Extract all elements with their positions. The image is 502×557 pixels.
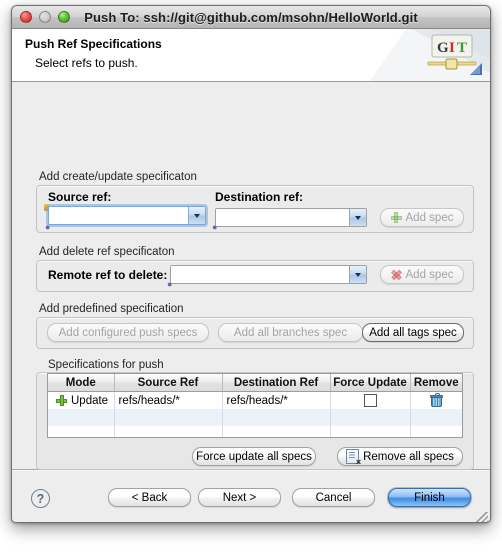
add-delete-spec-button[interactable]: Add spec xyxy=(380,265,464,284)
force-update-all-specs-button[interactable]: Force update all specs xyxy=(192,447,316,466)
svg-text:G: G xyxy=(437,40,449,56)
remove-all-specs-button[interactable]: Remove all specs xyxy=(337,447,463,467)
window-title: Push To: ssh://git@github.com/msohn/Hell… xyxy=(84,9,418,25)
add-all-tags-spec-button[interactable]: Add all tags spec xyxy=(362,323,464,342)
predefined-group-label: Add predefined specification xyxy=(39,303,184,315)
add-all-branches-spec-label: Add all branches spec xyxy=(233,326,348,339)
add-configured-push-specs-button[interactable]: Add configured push specs xyxy=(47,323,209,342)
back-button-label: < Back xyxy=(131,491,168,504)
back-button[interactable]: < Back xyxy=(108,488,191,507)
title-bar[interactable]: Push To: ssh://git@github.com/msohn/Hell… xyxy=(12,6,490,29)
finish-button[interactable]: Finish xyxy=(388,488,471,507)
cell-source-ref: refs/heads/* xyxy=(114,391,223,409)
add-create-update-spec-button[interactable]: Add spec xyxy=(380,208,464,227)
source-ref-label: Source ref: xyxy=(48,190,112,204)
zoom-button-icon[interactable] xyxy=(58,11,70,23)
table-row[interactable] xyxy=(48,409,462,426)
remote-ref-to-delete-chevron-down-icon[interactable] xyxy=(349,266,366,283)
column-header-mode[interactable]: Mode xyxy=(48,374,115,392)
cancel-button[interactable]: Cancel xyxy=(292,488,375,507)
column-header-remove[interactable]: Remove xyxy=(410,374,462,392)
dialog-footer: ? < Back Next > Cancel Finish xyxy=(12,470,490,522)
help-button[interactable]: ? xyxy=(31,489,50,508)
source-ref-content-assist-icon: ● xyxy=(45,222,51,232)
next-button-label: Next > xyxy=(222,491,257,504)
add-configured-push-specs-label: Add configured push specs xyxy=(58,326,198,339)
remove-document-icon xyxy=(346,449,361,467)
cell-force-update[interactable] xyxy=(330,391,411,409)
force-update-checkbox[interactable] xyxy=(363,394,377,407)
add-create-update-spec-label: Add spec xyxy=(405,211,454,224)
remote-ref-to-delete-input[interactable] xyxy=(171,266,349,283)
destination-ref-content-assist-icon: ● xyxy=(212,222,218,232)
plus-icon xyxy=(56,395,67,406)
column-header-force-update[interactable]: Force Update xyxy=(330,374,411,392)
source-ref-combo[interactable] xyxy=(48,206,206,225)
remote-ref-content-assist-icon: ● xyxy=(167,279,173,289)
svg-text:I: I xyxy=(449,40,455,56)
specs-table-label: Specifications for push xyxy=(48,359,164,371)
create-update-group-label: Add create/update specificaton xyxy=(39,171,197,183)
remote-ref-to-delete-label: Remote ref to delete: xyxy=(48,268,168,282)
add-delete-spec-label: Add spec xyxy=(405,268,454,281)
close-button-icon[interactable] xyxy=(20,11,32,23)
destination-ref-chevron-down-icon[interactable] xyxy=(349,209,366,226)
source-ref-chevron-down-icon[interactable] xyxy=(188,207,205,224)
wizard-banner: Push Ref Specifications Select refs to p… xyxy=(12,29,490,82)
add-all-tags-spec-label: Add all tags spec xyxy=(369,326,457,339)
push-dialog-window: Push To: ssh://git@github.com/msohn/Hell… xyxy=(11,5,491,523)
cell-remove[interactable] xyxy=(410,392,462,410)
remove-all-specs-label: Remove all specs xyxy=(363,450,454,463)
page-title: Push Ref Specifications xyxy=(25,37,162,51)
next-button[interactable]: Next > xyxy=(198,488,281,507)
svg-text:T: T xyxy=(457,40,467,56)
add-all-branches-spec-button[interactable]: Add all branches spec xyxy=(218,323,363,342)
table-header-row: Mode Source Ref Destination Ref Force Up… xyxy=(48,374,462,392)
source-ref-input[interactable] xyxy=(49,207,188,224)
minimize-button-icon[interactable] xyxy=(39,11,51,23)
remote-ref-to-delete-combo[interactable] xyxy=(170,265,367,284)
delete-group-label: Add delete ref specificaton xyxy=(39,246,175,258)
cell-mode-label: Update xyxy=(71,394,109,407)
page-subtitle: Select refs to push. xyxy=(35,56,138,70)
destination-ref-combo[interactable] xyxy=(215,208,367,227)
cancel-button-label: Cancel xyxy=(315,491,352,504)
cell-destination-ref: refs/heads/* xyxy=(222,391,331,409)
destination-ref-label: Destination ref: xyxy=(215,190,304,204)
plus-icon xyxy=(390,212,402,223)
resize-grip[interactable] xyxy=(475,512,488,522)
column-header-source-ref[interactable]: Source Ref xyxy=(114,374,223,392)
cell-mode: Update xyxy=(48,391,115,409)
git-logo-icon: G I T xyxy=(370,29,490,81)
force-update-all-specs-label: Force update all specs xyxy=(196,450,312,463)
window-controls xyxy=(20,11,70,23)
trash-icon[interactable] xyxy=(429,393,443,407)
table-row[interactable]: Update refs/heads/* refs/heads/* xyxy=(48,391,462,410)
dialog-body: Add create/update specificaton Source re… xyxy=(12,82,490,470)
table-row[interactable] xyxy=(48,426,462,437)
column-header-destination-ref[interactable]: Destination Ref xyxy=(222,374,331,392)
finish-button-label: Finish xyxy=(414,491,445,504)
destination-ref-input[interactable] xyxy=(216,209,349,226)
specs-table[interactable]: Mode Source Ref Destination Ref Force Up… xyxy=(47,373,463,438)
close-icon xyxy=(391,269,402,280)
